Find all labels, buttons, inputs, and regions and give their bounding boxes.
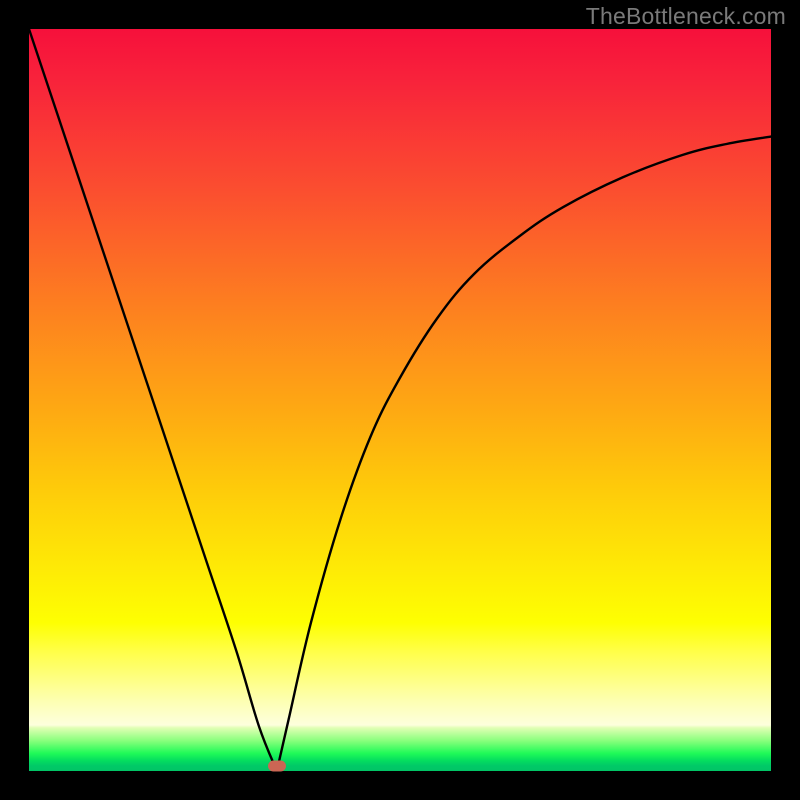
chart-frame: TheBottleneck.com: [0, 0, 800, 800]
bottleneck-curve: [29, 29, 771, 771]
optimum-marker: [268, 760, 286, 771]
plot-area: [29, 29, 771, 771]
watermark-text: TheBottleneck.com: [586, 3, 786, 30]
curve-path: [29, 29, 771, 778]
